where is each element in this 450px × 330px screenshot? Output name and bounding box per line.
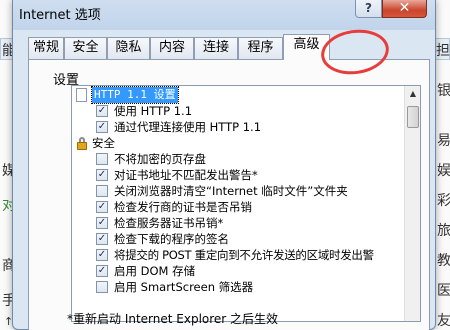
tree-item-label: 对证书地址不匹配发出警告* — [114, 168, 258, 182]
tree-item-label: 检查服务器证书吊销* — [114, 216, 224, 230]
tree-item[interactable]: 启用 DOM 存储 — [72, 263, 404, 279]
lock-icon — [76, 137, 88, 150]
tree-item-label: 启用 SmartScreen 筛选器 — [114, 280, 254, 294]
tree-item-label: 将提交的 POST 重定向到不允许发送的区域时发出警 — [114, 248, 374, 262]
tree-scrollbar[interactable]: ▲ — [404, 86, 420, 321]
background-text: 彩 — [437, 193, 450, 209]
background-text: 娱 — [437, 163, 450, 179]
background-text: 易 — [437, 133, 450, 149]
tree-item[interactable]: 对证书地址不匹配发出警告* — [72, 167, 404, 183]
tab-connections[interactable]: 连接 — [194, 37, 238, 59]
tree-item-label: 通过代理连接使用 HTTP 1.1 — [114, 120, 262, 134]
window-title: Internet 选项 — [19, 8, 101, 23]
checkbox[interactable] — [96, 169, 108, 181]
tree-item[interactable]: 关闭浏览器时清空“Internet 临时文件”文件夹 — [72, 183, 404, 199]
checkbox[interactable] — [96, 185, 108, 197]
tree-item-label: 不将加密的页存盘 — [114, 152, 206, 166]
background-text: 旅 — [437, 223, 450, 239]
checkbox[interactable] — [96, 105, 108, 117]
tree-item[interactable]: 检查下载的程序的签名 — [72, 231, 404, 247]
tree-item[interactable]: 检查发行商的证书是否吊销 — [72, 199, 404, 215]
tab-general[interactable]: 常规 — [28, 37, 64, 59]
restart-note: *重新启动 Internet Explorer 之后生效 — [67, 312, 279, 326]
scroll-thumb[interactable] — [407, 106, 419, 128]
checkbox[interactable] — [96, 153, 108, 165]
settings-tree[interactable]: HTTP 1.1 设置 使用 HTTP 1.1 通过代理连接使用 HTTP 1.… — [71, 85, 421, 322]
help-button[interactable]: ? — [355, 0, 382, 18]
tab-security[interactable]: 安全 — [64, 37, 107, 59]
tab-privacy[interactable]: 隐私 — [107, 37, 150, 59]
checkbox[interactable] — [96, 249, 108, 261]
tree-item[interactable]: 不将加密的页存盘 — [72, 151, 404, 167]
tab-content[interactable]: 内容 — [150, 37, 194, 59]
scroll-up-icon[interactable]: ▲ — [405, 86, 420, 102]
tab-advanced[interactable]: 高级 — [283, 34, 330, 60]
tab-programs[interactable]: 程序 — [238, 37, 283, 59]
checkbox[interactable] — [96, 121, 108, 133]
background-text: 银 — [437, 83, 450, 99]
tree-item[interactable]: 启用 SmartScreen 筛选器 — [72, 279, 404, 295]
internet-options-dialog: Internet 选项 ? ✕ 常规 安全 隐私 内容 连接 程序 高级 设置 … — [12, 0, 436, 330]
tree-header-security[interactable]: 安全 — [72, 135, 404, 151]
tree-header-label: 安全 — [92, 136, 115, 150]
document-icon — [76, 88, 87, 102]
background-text: 医 — [437, 283, 450, 299]
tree-header-http11[interactable]: HTTP 1.1 设置 — [72, 86, 404, 104]
checkbox[interactable] — [96, 281, 108, 293]
tree-item-label: 使用 HTTP 1.1 — [114, 104, 193, 118]
tree-item[interactable]: 通过代理连接使用 HTTP 1.1 — [72, 119, 404, 135]
checkbox[interactable] — [96, 201, 108, 213]
checkbox[interactable] — [96, 233, 108, 245]
checkbox[interactable] — [96, 265, 108, 277]
tree-item-label: 检查发行商的证书是否吊销 — [114, 200, 252, 214]
close-button[interactable]: ✕ — [382, 0, 427, 18]
background-text: 教 — [437, 253, 450, 269]
tree-header-label: HTTP 1.1 设置 — [91, 86, 179, 104]
background-text: 担 — [436, 43, 450, 59]
tree-item-label: 检查下载的程序的签名 — [114, 232, 229, 246]
tree-item[interactable]: 检查服务器证书吊销* — [72, 215, 404, 231]
checkbox[interactable] — [96, 217, 108, 229]
title-bar[interactable]: Internet 选项 ? ✕ — [13, 0, 435, 30]
tree-item[interactable]: 将提交的 POST 重定向到不允许发送的区域时发出警 — [72, 247, 404, 263]
tree-item-label: 启用 DOM 存储 — [114, 264, 196, 278]
background-text: 友 — [437, 313, 450, 329]
advanced-tab-panel: 设置 HTTP 1.1 设置 使用 HTTP 1.1 通过代理连接使用 HTTP… — [28, 59, 430, 330]
tree-item-label: 关闭浏览器时清空“Internet 临时文件”文件夹 — [114, 184, 348, 198]
tree-item[interactable]: 使用 HTTP 1.1 — [72, 103, 404, 119]
